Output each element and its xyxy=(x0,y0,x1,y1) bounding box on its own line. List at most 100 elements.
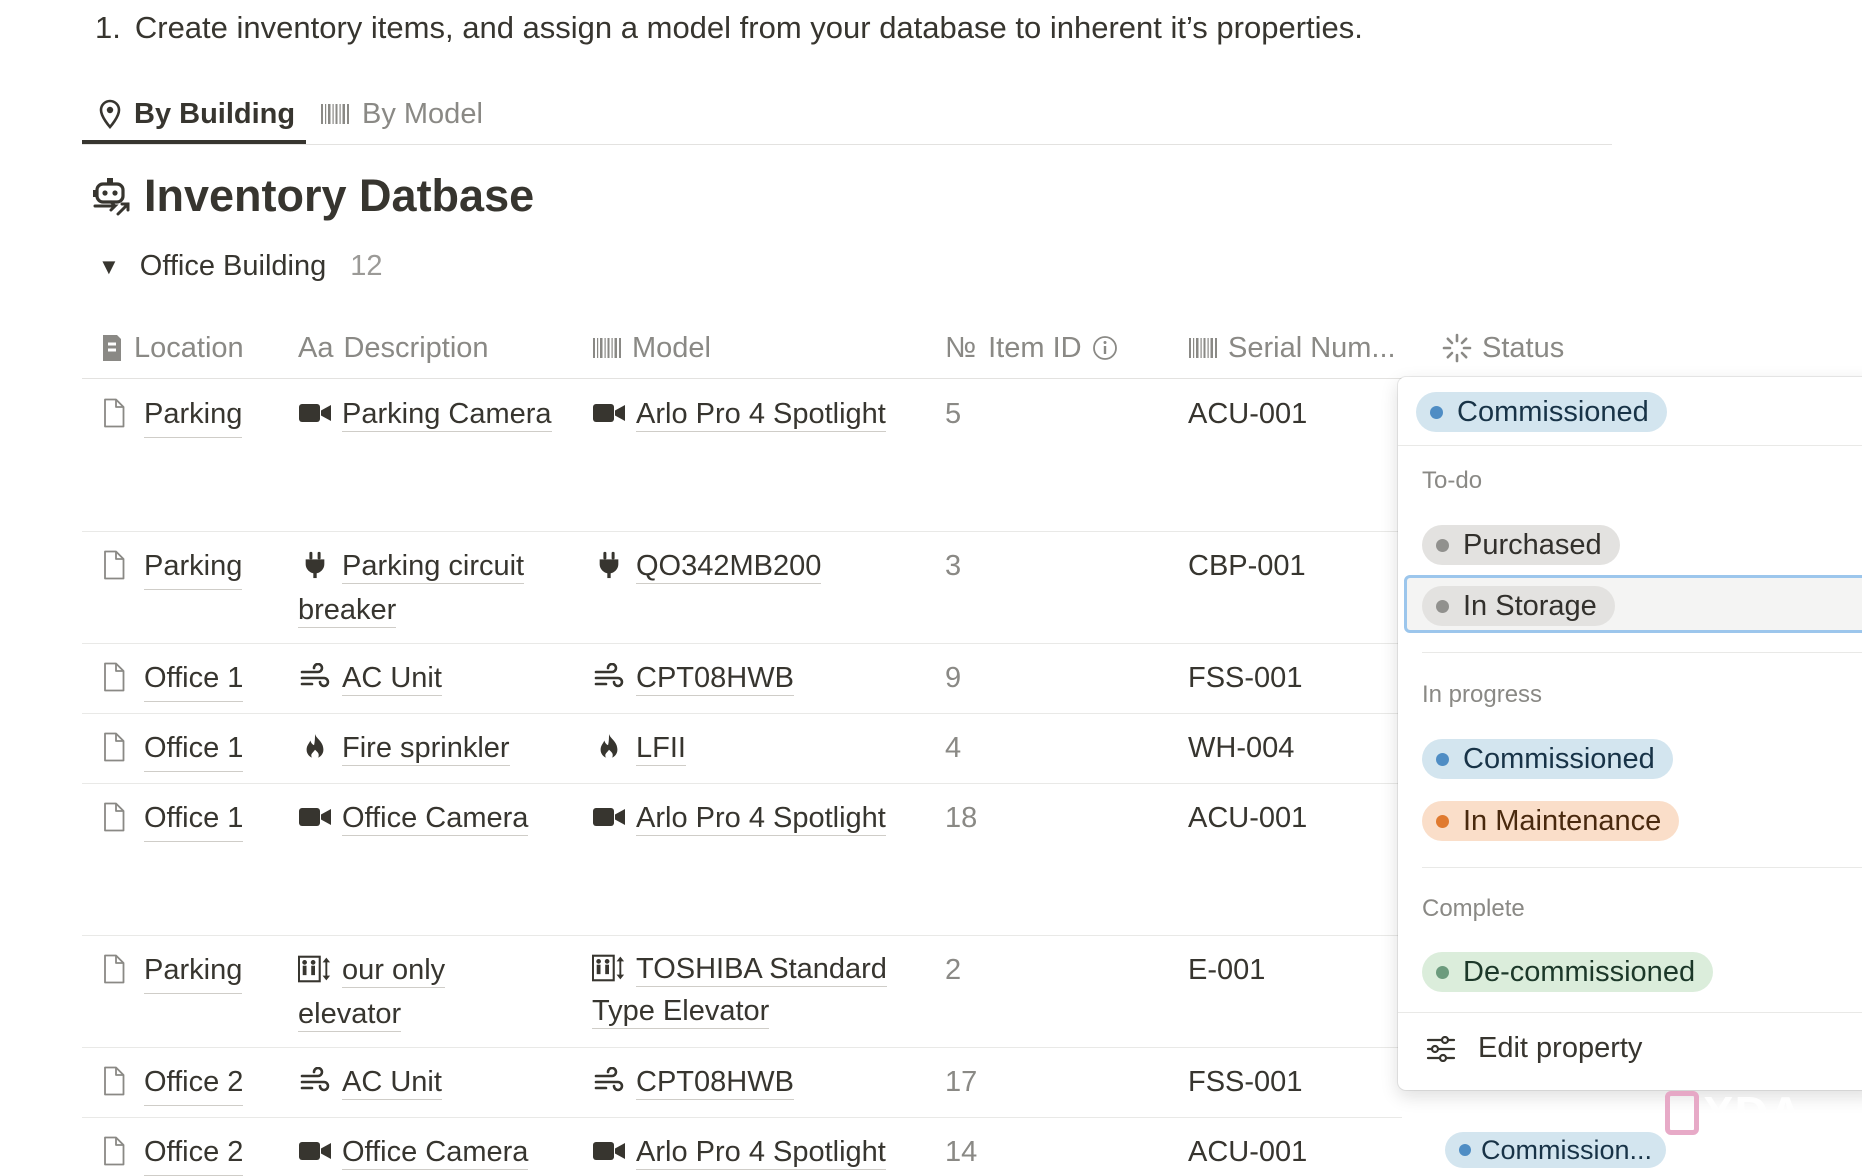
location-link[interactable]: Office 2 xyxy=(144,1130,244,1176)
location-link[interactable]: Parking xyxy=(144,392,243,438)
table-row-model[interactable]: LFII xyxy=(592,726,922,770)
column-header-status[interactable]: Status xyxy=(1442,328,1564,368)
table-row-location[interactable]: Office 1 xyxy=(102,726,244,772)
option-commissioned[interactable]: Commissioned xyxy=(1422,739,1673,779)
model-link[interactable]: LFII xyxy=(636,732,686,766)
description-link[interactable]: Office Camera xyxy=(342,1136,529,1170)
camera-icon xyxy=(592,399,626,427)
barcode-icon xyxy=(1188,337,1218,359)
camera-icon xyxy=(592,803,626,831)
table-row-location[interactable]: Parking xyxy=(102,544,243,590)
description-link[interactable]: AC Unit xyxy=(342,1066,442,1100)
table-row-item-id[interactable]: 14 xyxy=(945,1130,977,1174)
table-row-serial[interactable]: ACU-001 xyxy=(1188,796,1307,840)
tab-by-building[interactable]: By Building xyxy=(98,86,295,142)
table-row-location[interactable]: Office 2 xyxy=(102,1130,244,1176)
table-row-location[interactable]: Parking xyxy=(102,948,243,994)
location-link[interactable]: Office 2 xyxy=(144,1060,244,1106)
table-row-location[interactable]: Office 1 xyxy=(102,656,244,702)
table-row-description[interactable]: AC Unit xyxy=(298,656,560,700)
table-row-description[interactable]: Office Camera xyxy=(298,1130,598,1174)
table-row-serial[interactable]: FSS-001 xyxy=(1188,1060,1302,1104)
table-row-model[interactable]: CPT08HWB xyxy=(592,656,922,700)
model-link[interactable]: Arlo Pro 4 Spotlight xyxy=(636,802,886,836)
wind-icon xyxy=(592,663,626,691)
wind-icon xyxy=(298,1067,332,1095)
description-link[interactable]: AC Unit xyxy=(342,662,442,696)
table-row-location[interactable]: Office 1 xyxy=(102,796,244,842)
description-link[interactable]: Parking Camera xyxy=(342,398,552,432)
table-row-serial[interactable]: ACU-001 xyxy=(1188,392,1307,436)
status-dropdown-menu: Commissioned To-do Purchased In Storage … xyxy=(1398,377,1862,1090)
option-in-maintenance[interactable]: In Maintenance xyxy=(1422,801,1680,841)
column-header-serial[interactable]: Serial Num... xyxy=(1188,328,1396,368)
table-row-item-id[interactable]: 2 xyxy=(945,948,961,992)
table-row-serial[interactable]: E-001 xyxy=(1188,948,1265,992)
column-header-model[interactable]: Model xyxy=(592,328,711,368)
table-row-model[interactable]: Arlo Pro 4 Spotlight xyxy=(592,796,922,840)
table-row-description[interactable]: AC Unit xyxy=(298,1060,560,1104)
edit-property-button[interactable]: Edit property xyxy=(1426,1032,1642,1065)
table-row-description[interactable]: Parking circuit breaker xyxy=(298,544,560,632)
option-in-storage[interactable]: In Storage xyxy=(1422,586,1615,626)
model-link[interactable]: CPT08HWB xyxy=(636,1066,794,1100)
pill-label: De-commissioned xyxy=(1463,955,1696,988)
description-link[interactable]: Office Camera xyxy=(342,802,529,836)
column-header-location[interactable]: Location xyxy=(100,328,244,368)
table-row-item-id[interactable]: 17 xyxy=(945,1060,977,1104)
tab-by-model[interactable]: By Model xyxy=(320,86,483,142)
table-row-item-id[interactable]: 3 xyxy=(945,544,961,588)
page-icon xyxy=(102,398,126,428)
status-dot xyxy=(1436,752,1449,766)
table-row-model[interactable]: CPT08HWB xyxy=(592,1060,922,1104)
fire-icon xyxy=(592,733,626,761)
model-link[interactable]: TOSHIBA Standard Type Elevator xyxy=(592,953,887,1029)
page-icon xyxy=(102,1066,126,1096)
table-row-description[interactable]: Parking Camera xyxy=(298,392,560,436)
collapse-triangle-icon[interactable]: ▼ xyxy=(98,254,120,280)
fire-icon xyxy=(298,733,332,761)
column-header-description[interactable]: Aa Description xyxy=(298,328,489,368)
map-pin-icon xyxy=(99,99,121,129)
location-link[interactable]: Office 1 xyxy=(144,726,244,772)
table-row-item-id[interactable]: 5 xyxy=(945,392,961,436)
table-row-serial[interactable]: CBP-001 xyxy=(1188,544,1306,588)
description-link[interactable]: Fire sprinkler xyxy=(342,732,510,766)
table-row-item-id[interactable]: 18 xyxy=(945,796,977,840)
table-row-model[interactable]: TOSHIBA Standard Type Elevator xyxy=(592,948,922,1032)
table-row-location[interactable]: Office 2 xyxy=(102,1060,244,1106)
table-row-location[interactable]: Parking xyxy=(102,392,243,438)
table-row-item-id[interactable]: 4 xyxy=(945,726,961,770)
location-link[interactable]: Parking xyxy=(144,948,243,994)
model-link[interactable]: Arlo Pro 4 Spotlight xyxy=(636,398,886,432)
table-row-model[interactable]: QO342MB200 xyxy=(592,544,922,588)
table-row-serial[interactable]: WH-004 xyxy=(1188,726,1294,770)
selected-status-area[interactable]: Commissioned xyxy=(1398,377,1862,446)
table-row-description[interactable]: our only elevator xyxy=(298,948,528,1036)
database-title-text: Inventory Datbase xyxy=(144,170,535,221)
table-row-serial[interactable]: ACU-001 xyxy=(1188,1130,1307,1174)
option-purchased[interactable]: Purchased xyxy=(1422,525,1620,565)
menu-divider xyxy=(1422,867,1862,868)
option-de-commissioned[interactable]: De-commissioned xyxy=(1422,952,1714,992)
model-link[interactable]: QO342MB200 xyxy=(636,550,822,584)
selected-status-pill[interactable]: Commissioned xyxy=(1416,392,1667,432)
tab-label: By Model xyxy=(362,97,483,130)
location-link[interactable]: Office 1 xyxy=(144,656,244,702)
status-badge[interactable]: Commission... xyxy=(1445,1132,1667,1168)
sliders-icon xyxy=(1426,1035,1456,1062)
table-row-item-id[interactable]: 9 xyxy=(945,656,961,700)
model-link[interactable]: CPT08HWB xyxy=(636,662,794,696)
group-label-complete: Complete xyxy=(1422,895,1525,922)
table-row-description[interactable]: Office Camera xyxy=(298,796,598,840)
table-row-model[interactable]: Arlo Pro 4 Spotlight xyxy=(592,1130,922,1174)
table-row-model[interactable]: Arlo Pro 4 Spotlight xyxy=(592,392,922,436)
table-row-description[interactable]: Fire sprinkler xyxy=(298,726,560,770)
location-link[interactable]: Office 1 xyxy=(144,796,244,842)
model-link[interactable]: Arlo Pro 4 Spotlight xyxy=(636,1136,886,1170)
location-link[interactable]: Parking xyxy=(144,544,243,590)
database-title[interactable]: Inventory Datbase xyxy=(92,170,534,222)
table-row-serial[interactable]: FSS-001 xyxy=(1188,656,1302,700)
info-icon[interactable] xyxy=(1092,335,1118,361)
column-header-item-id[interactable]: № Item ID xyxy=(945,328,1128,368)
